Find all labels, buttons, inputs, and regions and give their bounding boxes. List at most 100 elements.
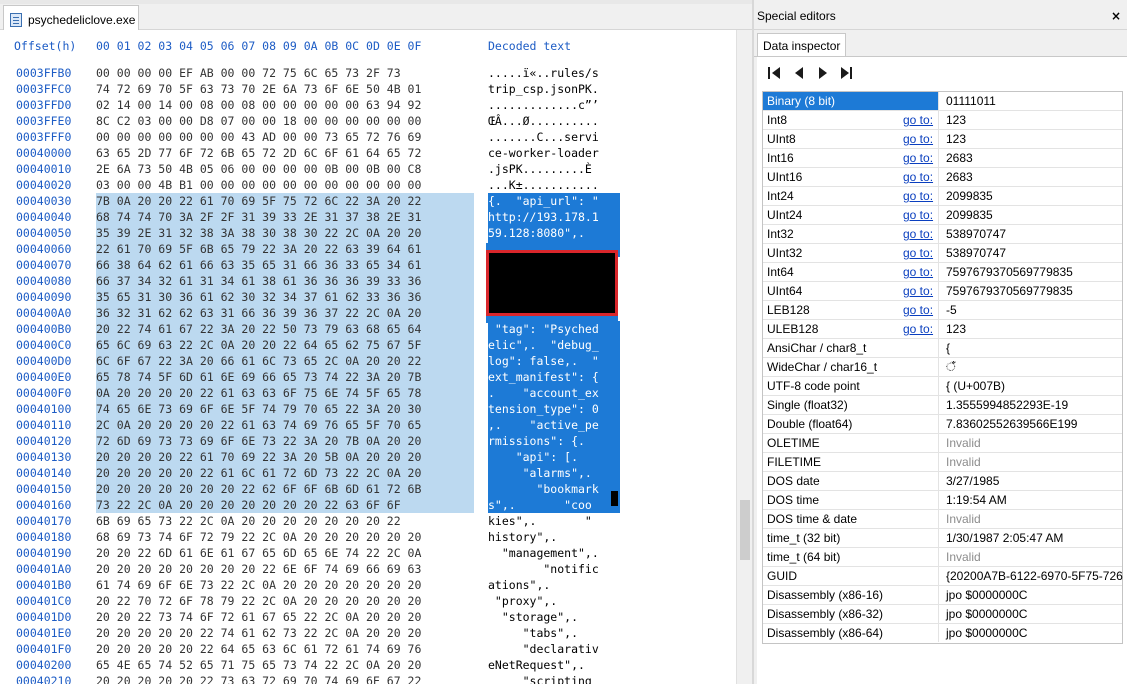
inspector-value[interactable]: ਁ (943, 358, 1123, 376)
inspector-value[interactable]: -5 (943, 301, 1123, 319)
inspector-row[interactable]: AnsiChar / char8_t { (763, 339, 1122, 358)
hex-row[interactable]: 00040130 20 20 20 20 22 61 70 69 22 3A 20… (0, 449, 736, 465)
hex-row[interactable]: 00040190 20 20 22 6D 61 6E 61 67 65 6D 65… (0, 545, 736, 561)
hex-row[interactable]: 00040060 22 61 70 69 5F 6B 65 79 22 3A 20… (0, 241, 736, 257)
hex-row[interactable]: 000401F0 20 20 20 20 20 22 64 65 63 6C 61… (0, 641, 736, 657)
inspector-row[interactable]: WideChar / char16_tਁ (763, 358, 1122, 377)
hex-row[interactable]: 00040020 03 00 00 4B B1 00 00 00 00 00 00… (0, 177, 736, 193)
inspector-value[interactable]: 2099835 (943, 206, 1123, 224)
goto-link[interactable]: go to: (903, 170, 933, 184)
goto-link[interactable]: go to: (903, 113, 933, 127)
inspector-row[interactable]: ULEB128 go to: 123 (763, 320, 1122, 339)
hex-row[interactable]: 00040010 2E 6A 73 50 4B 05 06 00 00 00 00… (0, 161, 736, 177)
hex-row[interactable]: 00040070 66 38 64 62 61 66 63 35 65 31 66… (0, 257, 736, 273)
tab-data-inspector[interactable]: Data inspector (757, 33, 846, 57)
inspector-value[interactable]: { (943, 339, 1123, 357)
inspector-row[interactable]: time_t (32 bit) 1/30/1987 2:05:47 AM (763, 529, 1122, 548)
inspector-value[interactable]: Invalid (943, 453, 1123, 471)
hex-row[interactable]: 00040110 2C 0A 20 20 20 20 22 61 63 74 69… (0, 417, 736, 433)
inspector-value[interactable]: 2099835 (943, 187, 1123, 205)
inspector-value[interactable]: 538970747 (943, 244, 1123, 262)
hex-row[interactable]: 0003FFE0 8C C2 03 00 00 D8 07 00 00 18 00… (0, 113, 736, 129)
hex-row[interactable]: 000401E0 20 20 20 20 20 22 74 61 62 73 22… (0, 625, 736, 641)
previous-record-icon[interactable] (791, 65, 807, 81)
inspector-row[interactable]: Single (float32) 1.3555994852293E-19 (763, 396, 1122, 415)
inspector-row[interactable]: Int64 go to: 7597679370569779835 (763, 263, 1122, 282)
goto-link[interactable]: go to: (903, 227, 933, 241)
inspector-row[interactable]: Int8 go to: 123 (763, 111, 1122, 130)
first-record-icon[interactable] (767, 65, 783, 81)
inspector-row[interactable]: UInt16 go to: 2683 (763, 168, 1122, 187)
hex-row[interactable]: 00040090 35 65 31 30 36 61 62 30 32 34 37… (0, 289, 736, 305)
inspector-row[interactable]: UInt8 go to: 123 (763, 130, 1122, 149)
hex-row[interactable]: 0003FFB0 00 00 00 00 EF AB 00 00 72 75 6C… (0, 65, 736, 81)
hex-view[interactable]: Offset(h) 00 01 02 03 04 05 06 07 08 09 … (0, 30, 736, 684)
inspector-row[interactable]: time_t (64 bit) Invalid (763, 548, 1122, 567)
inspector-row[interactable]: Int16 go to: 2683 (763, 149, 1122, 168)
inspector-row[interactable]: Binary (8 bit) 01111011 (763, 92, 1122, 111)
hex-row[interactable]: 00040040 68 74 74 70 3A 2F 2F 31 39 33 2E… (0, 209, 736, 225)
inspector-value[interactable]: {20200A7B-6122-6970-5F75-726C (943, 567, 1123, 585)
hex-row[interactable]: 000400E0 65 78 74 5F 6D 61 6E 69 66 65 73… (0, 369, 736, 385)
inspector-value[interactable]: Invalid (943, 510, 1123, 528)
goto-link[interactable]: go to: (903, 265, 933, 279)
inspector-value[interactable]: 1/30/1987 2:05:47 AM (943, 529, 1123, 547)
goto-link[interactable]: go to: (903, 189, 933, 203)
inspector-value[interactable]: 123 (943, 320, 1123, 338)
inspector-value[interactable]: 01111011 (943, 92, 1123, 110)
close-icon[interactable]: × (1111, 9, 1121, 23)
inspector-value[interactable]: jpo $0000000C (943, 624, 1123, 642)
inspector-value[interactable]: 1.3555994852293E-19 (943, 396, 1123, 414)
hex-row[interactable]: 00040030 7B 0A 20 20 22 61 70 69 5F 75 72… (0, 193, 736, 209)
hex-row[interactable]: 00040200 65 4E 65 74 52 65 71 75 65 73 74… (0, 657, 736, 673)
inspector-row[interactable]: DOS time 1:19:54 AM (763, 491, 1122, 510)
inspector-row[interactable]: LEB128 go to: -5 (763, 301, 1122, 320)
inspector-value[interactable]: 123 (943, 130, 1123, 148)
hex-row[interactable]: 00040050 35 39 2E 31 32 38 3A 38 30 38 30… (0, 225, 736, 241)
hex-row[interactable]: 0003FFD0 02 14 00 14 00 08 00 08 00 00 00… (0, 97, 736, 113)
hex-row[interactable]: 00040170 6B 69 65 73 22 2C 0A 20 20 20 20… (0, 513, 736, 529)
inspector-value[interactable]: 123 (943, 111, 1123, 129)
hex-row[interactable]: 000401D0 20 20 22 73 74 6F 72 61 67 65 22… (0, 609, 736, 625)
inspector-value[interactable]: 7.83602552639566E199 (943, 415, 1123, 433)
hex-row[interactable]: 000401A0 20 20 20 20 20 20 20 20 22 6E 6F… (0, 561, 736, 577)
inspector-row[interactable]: UInt24 go to: 2099835 (763, 206, 1122, 225)
hex-row[interactable]: 000400D0 6C 6F 67 22 3A 20 66 61 6C 73 65… (0, 353, 736, 369)
hex-row[interactable]: 00040080 66 37 34 32 61 31 34 61 38 61 36… (0, 273, 736, 289)
hex-row[interactable]: 0003FFC0 74 72 69 70 5F 63 73 70 2E 6A 73… (0, 81, 736, 97)
hex-row[interactable]: 00040100 74 65 6E 73 69 6F 6E 5F 74 79 70… (0, 401, 736, 417)
hex-row[interactable]: 000401B0 61 74 69 6F 6E 73 22 2C 0A 20 20… (0, 577, 736, 593)
hex-row[interactable]: 000400A0 36 32 31 62 62 63 31 66 36 39 36… (0, 305, 736, 321)
hex-row[interactable]: 000400B0 20 22 74 61 67 22 3A 20 22 50 73… (0, 321, 736, 337)
inspector-row[interactable]: UTF-8 code point { (U+007B) (763, 377, 1122, 396)
goto-link[interactable]: go to: (903, 303, 933, 317)
inspector-value[interactable]: { (U+007B) (943, 377, 1123, 395)
inspector-row[interactable]: OLETIME Invalid (763, 434, 1122, 453)
inspector-row[interactable]: DOS time & date Invalid (763, 510, 1122, 529)
inspector-value[interactable]: Invalid (943, 434, 1123, 452)
file-tab[interactable]: psychedeliclove.exe (3, 5, 139, 30)
hex-row[interactable]: 000401C0 20 22 70 72 6F 78 79 22 2C 0A 20… (0, 593, 736, 609)
inspector-value[interactable]: 538970747 (943, 225, 1123, 243)
hex-row[interactable]: 00040180 68 69 73 74 6F 72 79 22 2C 0A 20… (0, 529, 736, 545)
last-record-icon[interactable] (839, 65, 855, 81)
next-record-icon[interactable] (815, 65, 831, 81)
inspector-value[interactable]: jpo $0000000C (943, 586, 1123, 604)
inspector-row[interactable]: GUID {20200A7B-6122-6970-5F75-726C (763, 567, 1123, 586)
hex-row[interactable]: 00040150 20 20 20 20 20 20 20 22 62 6F 6F… (0, 481, 736, 497)
inspector-value[interactable]: 2683 (943, 168, 1123, 186)
inspector-row[interactable]: Disassembly (x86-64) jpo $0000000C (763, 624, 1122, 643)
hex-row[interactable]: 00040160 73 22 2C 0A 20 20 20 20 20 20 20… (0, 497, 736, 513)
inspector-row[interactable]: DOS date 3/27/1985 (763, 472, 1122, 491)
goto-link[interactable]: go to: (903, 132, 933, 146)
inspector-row[interactable]: UInt64 go to: 7597679370569779835 (763, 282, 1122, 301)
goto-link[interactable]: go to: (903, 322, 933, 336)
inspector-row[interactable]: Disassembly (x86-16) jpo $0000000C (763, 586, 1122, 605)
hex-row[interactable]: 00040140 20 20 20 20 20 22 61 6C 61 72 6D… (0, 465, 736, 481)
inspector-row[interactable]: UInt32 go to: 538970747 (763, 244, 1122, 263)
hex-vertical-scrollbar[interactable] (736, 30, 752, 684)
inspector-row[interactable]: Disassembly (x86-32) jpo $0000000C (763, 605, 1122, 624)
goto-link[interactable]: go to: (903, 284, 933, 298)
inspector-value[interactable]: 7597679370569779835 (943, 263, 1123, 281)
inspector-value[interactable]: 1:19:54 AM (943, 491, 1123, 509)
